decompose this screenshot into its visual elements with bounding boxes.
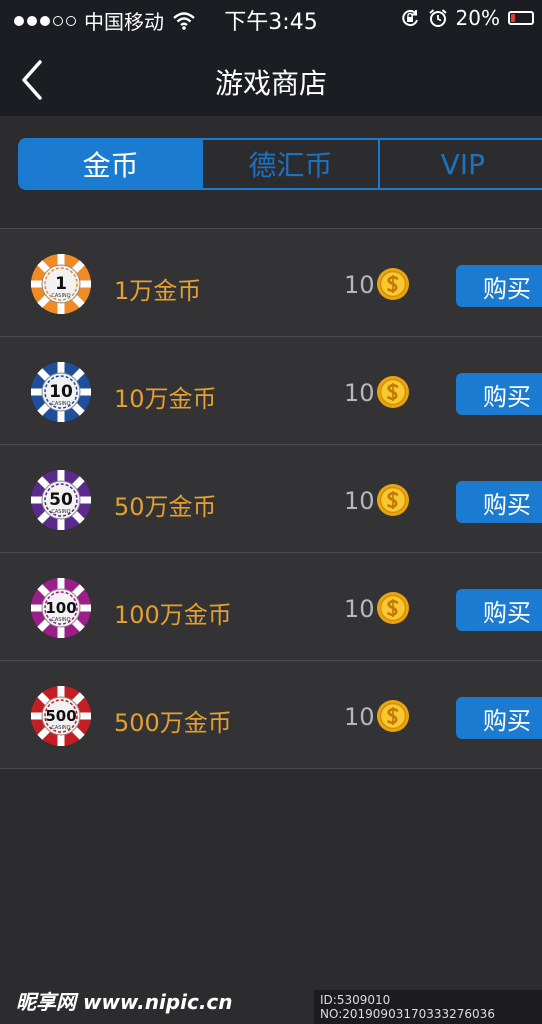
signal-dot (40, 15, 50, 26)
item-price: 10 (344, 271, 375, 299)
tab-bar: 金币 德汇币 VIP (18, 138, 542, 190)
item-price: 10 (344, 379, 375, 407)
item-label: 50万金币 (114, 493, 217, 521)
chip-value: 500 (45, 707, 76, 725)
page-title: 游戏商店 (214, 67, 327, 100)
watermark-logo: 昵享网 www.nipic.cn (16, 990, 233, 1014)
casino-chip-icon: 100CASINO (31, 578, 91, 638)
chip-value: 1 (55, 274, 67, 294)
casino-chip-icon: 1CASINO (31, 254, 91, 314)
tab-gold-coins[interactable]: 金币 (20, 140, 202, 188)
product-list: 1 CASINO 1万金币 10 购买 10 CASINO 10万金币 10 购买 50 CASINO… (0, 228, 542, 769)
signal-dot (14, 15, 24, 26)
chip-value: 50 (49, 490, 73, 510)
alarm-clock-icon (428, 9, 447, 27)
item-price: 10 (344, 595, 375, 623)
casino-chip-icon: 10CASINO (31, 362, 91, 422)
battery-percent: 20% (455, 6, 500, 30)
list-item: 100 CASINO 100万金币 10 购买 (0, 553, 542, 661)
gold-coin-icon (377, 484, 409, 516)
buy-button[interactable]: 购买 (456, 265, 542, 307)
item-label: 10万金币 (114, 385, 217, 413)
chip-caption: CASINO (51, 509, 70, 515)
casino-chip-icon: 500CASINO (31, 686, 91, 746)
status-right: 20% (400, 6, 534, 30)
list-item: 500 CASINO 500万金币 10 购买 (0, 661, 542, 769)
rotation-lock-icon (401, 10, 418, 27)
buy-button[interactable]: 购买 (456, 697, 542, 739)
item-price: 10 (344, 703, 375, 731)
gold-coin-icon (377, 376, 409, 408)
status-left: 中国移动 (14, 6, 196, 35)
chip-caption: CASINO (51, 617, 70, 623)
casino-chip-icon: 50CASINO (31, 470, 91, 530)
chip-value: 10 (49, 382, 73, 402)
list-item: 50 CASINO 50万金币 10 购买 (0, 445, 542, 553)
signal-dot (66, 15, 76, 26)
list-item: 1 CASINO 1万金币 10 购买 (0, 229, 542, 337)
item-label: 500万金币 (114, 709, 232, 737)
tab-dehui-coins[interactable]: 德汇币 (201, 140, 377, 188)
item-label: 1万金币 (114, 277, 202, 305)
tab-vip[interactable]: VIP (377, 140, 542, 188)
chip-caption: CASINO (51, 725, 70, 731)
gold-coin-icon (377, 700, 409, 732)
signal-strength-icon (14, 15, 76, 26)
carrier-name: 中国移动 (84, 10, 164, 34)
buy-button[interactable]: 购买 (456, 589, 542, 631)
chip-caption: CASINO (51, 401, 70, 407)
item-price: 10 (344, 487, 375, 515)
status-bar: 中国移动 下午3:45 20% (0, 0, 542, 36)
wifi-icon (173, 11, 195, 30)
signal-dot (53, 15, 63, 26)
watermark-id: ID:5309010 NO:20190903170333276036 (314, 990, 542, 1024)
nav-bar: 游戏商店 (0, 44, 542, 116)
buy-button[interactable]: 购买 (456, 373, 542, 415)
item-label: 100万金币 (114, 601, 232, 629)
buy-button[interactable]: 购买 (456, 481, 542, 523)
gold-coin-icon (377, 268, 409, 300)
battery-level (511, 14, 515, 22)
gold-coin-icon (377, 592, 409, 624)
battery-icon (508, 11, 534, 25)
top-bar: 中国移动 下午3:45 20% 游戏商店 (0, 0, 542, 116)
chip-caption: CASINO (51, 293, 70, 299)
chip-value: 100 (45, 599, 76, 617)
list-item: 10 CASINO 10万金币 10 购买 (0, 337, 542, 445)
signal-dot (27, 15, 37, 26)
